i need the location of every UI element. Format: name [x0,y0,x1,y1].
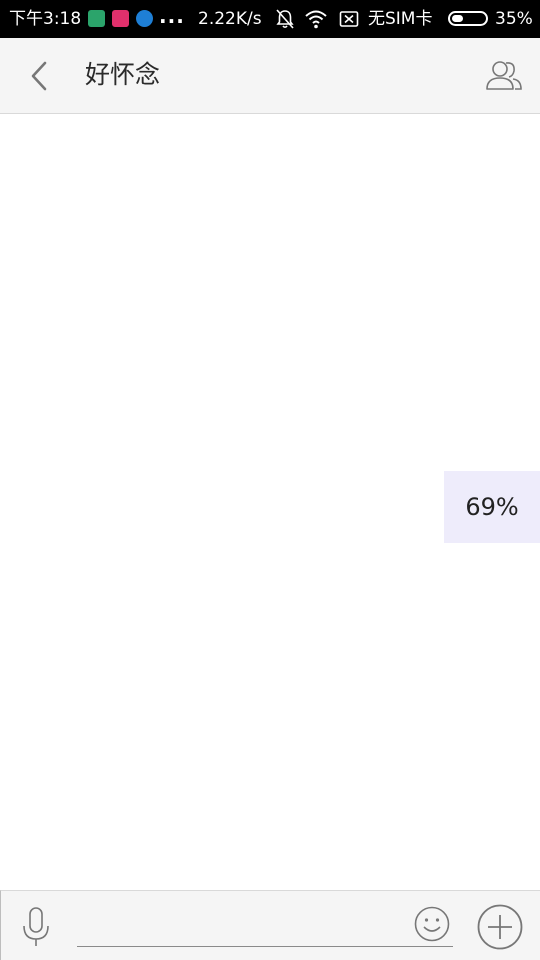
wifi-icon [305,10,327,29]
no-sim-icon [339,11,359,27]
group-members-icon[interactable] [484,58,524,94]
microphone-icon[interactable] [19,905,53,949]
progress-label: 69% [465,493,519,521]
status-bar: 下午3:18 ... 2.22K/s 无SIM卡 35% [0,0,540,38]
app-notification-icon [88,10,105,27]
sim-status: 无SIM卡 [368,9,433,29]
message-input[interactable] [77,911,453,947]
chevron-left-icon[interactable] [22,58,58,94]
status-time: 下午3:18 [9,9,82,29]
message-list[interactable]: 69% [0,114,540,890]
bell-muted-icon [276,9,294,29]
loading-progress-badge: 69% [444,471,540,543]
app-notification-icon [112,10,129,27]
chat-header: 好怀念 [0,38,540,114]
network-speed: 2.22K/s [198,9,262,29]
app-notification-icon [136,10,153,27]
more-notifications-indicator: ... [159,4,185,28]
battery-percent: 35% [495,9,533,29]
battery-level-fill [452,15,463,22]
battery-icon [448,11,488,26]
page-title: 好怀念 [85,60,161,89]
plus-circle-icon[interactable] [476,903,524,951]
message-input-bar [0,890,540,960]
smiley-icon[interactable] [413,905,451,943]
